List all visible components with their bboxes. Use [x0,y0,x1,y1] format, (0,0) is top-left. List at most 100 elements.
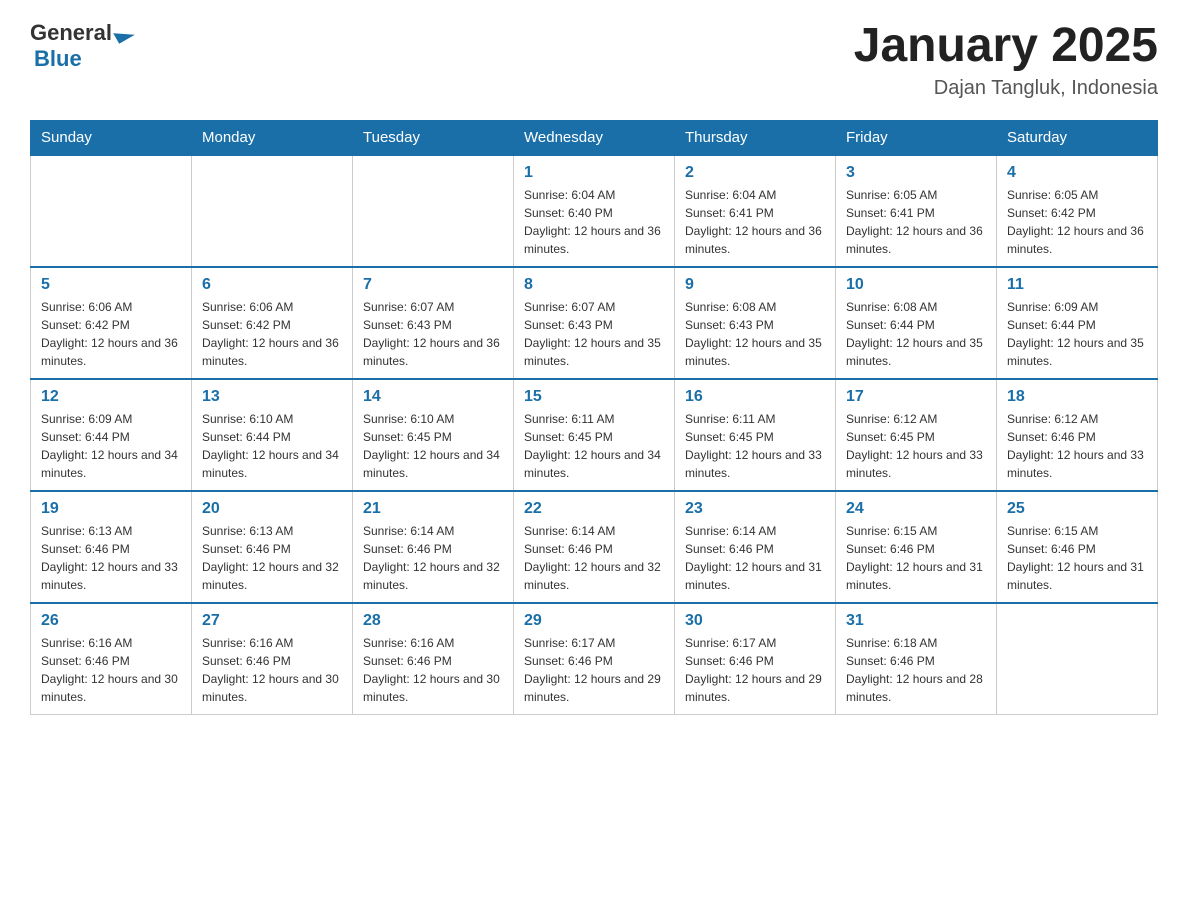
day-number: 19 [41,500,181,518]
day-number: 14 [363,388,503,406]
day-info: Sunrise: 6:04 AMSunset: 6:41 PMDaylight:… [685,186,825,258]
location-label: Dajan Tangluk, Indonesia [854,77,1158,100]
day-number: 23 [685,500,825,518]
day-number: 8 [524,276,664,294]
day-info: Sunrise: 6:06 AMSunset: 6:42 PMDaylight:… [202,298,342,370]
calendar-cell: 9 Sunrise: 6:08 AMSunset: 6:43 PMDaylight… [675,267,836,379]
day-number: 18 [1007,388,1147,406]
day-info: Sunrise: 6:11 AMSunset: 6:45 PMDaylight:… [524,410,664,482]
day-info: Sunrise: 6:16 AMSunset: 6:46 PMDaylight:… [202,634,342,706]
day-number: 25 [1007,500,1147,518]
day-number: 16 [685,388,825,406]
day-number: 1 [524,164,664,182]
calendar-cell: 6 Sunrise: 6:06 AMSunset: 6:42 PMDaylight… [192,267,353,379]
day-number: 20 [202,500,342,518]
weekday-header-wednesday: Wednesday [514,120,675,155]
day-info: Sunrise: 6:14 AMSunset: 6:46 PMDaylight:… [363,522,503,594]
calendar-week-5: 26 Sunrise: 6:16 AMSunset: 6:46 PMDayligh… [31,603,1158,715]
calendar-cell: 2 Sunrise: 6:04 AMSunset: 6:41 PMDaylight… [675,155,836,267]
day-info: Sunrise: 6:04 AMSunset: 6:40 PMDaylight:… [524,186,664,258]
day-info: Sunrise: 6:07 AMSunset: 6:43 PMDaylight:… [363,298,503,370]
day-number: 31 [846,612,986,630]
day-info: Sunrise: 6:18 AMSunset: 6:46 PMDaylight:… [846,634,986,706]
day-info: Sunrise: 6:05 AMSunset: 6:41 PMDaylight:… [846,186,986,258]
day-info: Sunrise: 6:16 AMSunset: 6:46 PMDaylight:… [363,634,503,706]
day-info: Sunrise: 6:13 AMSunset: 6:46 PMDaylight:… [202,522,342,594]
calendar-cell: 4 Sunrise: 6:05 AMSunset: 6:42 PMDaylight… [997,155,1158,267]
calendar-week-4: 19 Sunrise: 6:13 AMSunset: 6:46 PMDayligh… [31,491,1158,603]
day-info: Sunrise: 6:17 AMSunset: 6:46 PMDaylight:… [524,634,664,706]
calendar-cell: 14 Sunrise: 6:10 AMSunset: 6:45 PMDayligh… [353,379,514,491]
calendar-cell: 5 Sunrise: 6:06 AMSunset: 6:42 PMDaylight… [31,267,192,379]
calendar-week-1: 1 Sunrise: 6:04 AMSunset: 6:40 PMDaylight… [31,155,1158,267]
calendar-cell: 26Sunrise: 6:16 AMSunset: 6:46 PMDayligh… [31,603,192,715]
calendar-table: SundayMondayTuesdayWednesdayThursdayFrid… [30,120,1158,715]
day-info: Sunrise: 6:08 AMSunset: 6:43 PMDaylight:… [685,298,825,370]
weekday-row: SundayMondayTuesdayWednesdayThursdayFrid… [31,120,1158,155]
page-header: General Blue January 2025 Dajan Tangluk,… [30,20,1158,100]
calendar-cell: 31 Sunrise: 6:18 AMSunset: 6:46 PMDayligh… [836,603,997,715]
day-info: Sunrise: 6:13 AMSunset: 6:46 PMDaylight:… [41,522,181,594]
calendar-cell [353,155,514,267]
day-info: Sunrise: 6:10 AMSunset: 6:44 PMDaylight:… [202,410,342,482]
calendar-week-2: 5 Sunrise: 6:06 AMSunset: 6:42 PMDaylight… [31,267,1158,379]
day-number: 4 [1007,164,1147,182]
month-title: January 2025 [854,20,1158,73]
day-number: 17 [846,388,986,406]
day-number: 11 [1007,276,1147,294]
day-number: 28 [363,612,503,630]
calendar-cell: 15 Sunrise: 6:11 AMSunset: 6:45 PMDayligh… [514,379,675,491]
day-number: 12 [41,388,181,406]
calendar-cell: 30 Sunrise: 6:17 AMSunset: 6:46 PMDayligh… [675,603,836,715]
calendar-cell: 11 Sunrise: 6:09 AMSunset: 6:44 PMDayligh… [997,267,1158,379]
weekday-header-saturday: Saturday [997,120,1158,155]
day-info: Sunrise: 6:12 AMSunset: 6:46 PMDaylight:… [1007,410,1147,482]
logo: General Blue [30,20,133,72]
logo-arrow-icon [113,24,135,43]
day-info: Sunrise: 6:17 AMSunset: 6:46 PMDaylight:… [685,634,825,706]
day-info: Sunrise: 6:05 AMSunset: 6:42 PMDaylight:… [1007,186,1147,258]
day-number: 24 [846,500,986,518]
calendar-cell: 27Sunrise: 6:16 AMSunset: 6:46 PMDayligh… [192,603,353,715]
weekday-header-monday: Monday [192,120,353,155]
calendar-cell: 22 Sunrise: 6:14 AMSunset: 6:46 PMDayligh… [514,491,675,603]
calendar-cell: 21 Sunrise: 6:14 AMSunset: 6:46 PMDayligh… [353,491,514,603]
day-info: Sunrise: 6:06 AMSunset: 6:42 PMDaylight:… [41,298,181,370]
calendar-cell [31,155,192,267]
day-number: 5 [41,276,181,294]
calendar-week-3: 12 Sunrise: 6:09 AMSunset: 6:44 PMDayligh… [31,379,1158,491]
calendar-cell [997,603,1158,715]
day-info: Sunrise: 6:15 AMSunset: 6:46 PMDaylight:… [1007,522,1147,594]
day-info: Sunrise: 6:14 AMSunset: 6:46 PMDaylight:… [524,522,664,594]
day-info: Sunrise: 6:09 AMSunset: 6:44 PMDaylight:… [1007,298,1147,370]
day-number: 22 [524,500,664,518]
day-info: Sunrise: 6:11 AMSunset: 6:45 PMDaylight:… [685,410,825,482]
calendar-cell: 17Sunrise: 6:12 AMSunset: 6:45 PMDayligh… [836,379,997,491]
day-number: 21 [363,500,503,518]
calendar-cell: 13Sunrise: 6:10 AMSunset: 6:44 PMDayligh… [192,379,353,491]
weekday-header-friday: Friday [836,120,997,155]
calendar-cell: 20 Sunrise: 6:13 AMSunset: 6:46 PMDayligh… [192,491,353,603]
day-info: Sunrise: 6:10 AMSunset: 6:45 PMDaylight:… [363,410,503,482]
day-number: 26 [41,612,181,630]
calendar-cell: 23Sunrise: 6:14 AMSunset: 6:46 PMDayligh… [675,491,836,603]
calendar-cell: 12 Sunrise: 6:09 AMSunset: 6:44 PMDayligh… [31,379,192,491]
calendar-cell: 16 Sunrise: 6:11 AMSunset: 6:45 PMDayligh… [675,379,836,491]
weekday-header-tuesday: Tuesday [353,120,514,155]
day-info: Sunrise: 6:15 AMSunset: 6:46 PMDaylight:… [846,522,986,594]
calendar-cell: 10Sunrise: 6:08 AMSunset: 6:44 PMDayligh… [836,267,997,379]
logo-blue-text: Blue [34,46,82,71]
day-number: 15 [524,388,664,406]
logo-general-text: General [30,20,112,46]
calendar-cell: 24 Sunrise: 6:15 AMSunset: 6:46 PMDayligh… [836,491,997,603]
day-number: 2 [685,164,825,182]
day-info: Sunrise: 6:07 AMSunset: 6:43 PMDaylight:… [524,298,664,370]
day-number: 6 [202,276,342,294]
day-info: Sunrise: 6:09 AMSunset: 6:44 PMDaylight:… [41,410,181,482]
calendar-cell: 8 Sunrise: 6:07 AMSunset: 6:43 PMDaylight… [514,267,675,379]
day-number: 9 [685,276,825,294]
day-number: 30 [685,612,825,630]
weekday-header-sunday: Sunday [31,120,192,155]
calendar-cell: 28 Sunrise: 6:16 AMSunset: 6:46 PMDayligh… [353,603,514,715]
calendar-cell: 19 Sunrise: 6:13 AMSunset: 6:46 PMDayligh… [31,491,192,603]
